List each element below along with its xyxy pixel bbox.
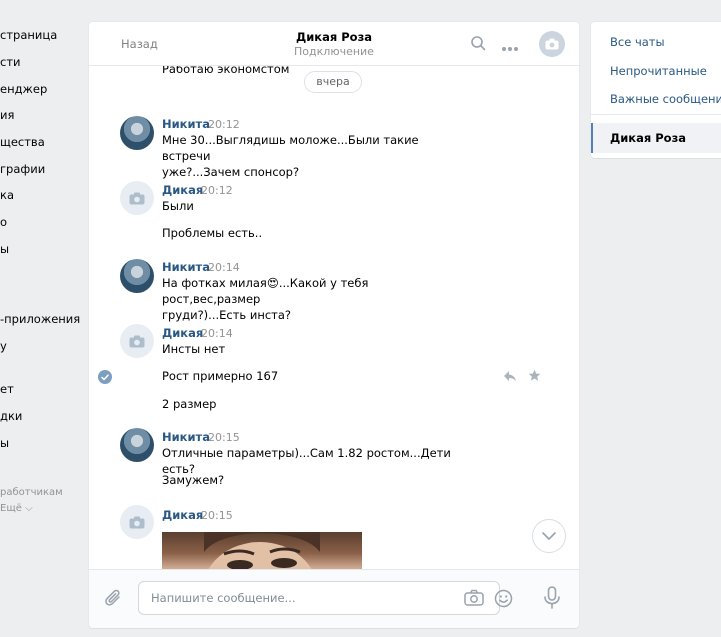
message-author[interactable]: Никита [162, 260, 210, 274]
camera-icon [129, 335, 145, 347]
smile-icon[interactable] [494, 589, 513, 611]
divider [591, 114, 721, 115]
message-text: Инсты нет [162, 342, 226, 356]
nav-item[interactable]: о [0, 215, 7, 229]
message-time: 20:12 [208, 118, 240, 131]
star-icon[interactable] [528, 369, 541, 385]
message-author[interactable]: Дикая [162, 326, 203, 340]
all-chats-link[interactable]: Все чаты [610, 35, 665, 49]
nav-item[interactable]: енджер [0, 82, 47, 96]
camera-icon [545, 38, 559, 50]
nav-item[interactable]: графии [0, 162, 45, 176]
avatar[interactable] [120, 324, 154, 358]
message-text: 2 размер [162, 397, 217, 411]
search-icon[interactable] [470, 35, 486, 54]
message-input[interactable]: Напишите сообщение... [138, 581, 513, 615]
nav-item[interactable]: -приложения [0, 312, 80, 326]
message-text: Работаю экономстом [162, 66, 290, 76]
message-time: 20:15 [208, 431, 240, 444]
message-author[interactable]: Дикая [162, 183, 203, 197]
paperclip-icon[interactable] [105, 588, 123, 611]
check-icon [101, 373, 109, 380]
nav-item[interactable]: ет [0, 382, 14, 396]
nav-item[interactable]: щества [0, 135, 45, 149]
message-composer: Напишите сообщение... [89, 569, 579, 628]
avatar[interactable] [120, 116, 154, 150]
chat-header: Назад Дикая Роза Подключение [89, 22, 579, 66]
camera-icon[interactable] [464, 589, 484, 609]
top-bar [0, 0, 721, 8]
nav-footer-link[interactable]: работчикам [0, 487, 63, 498]
active-chat-label: Дикая Роза [610, 131, 687, 145]
message-text: Рост примерно 167 [162, 369, 279, 383]
message-time: 20:14 [201, 327, 233, 340]
peer-avatar[interactable] [539, 31, 565, 57]
nav-item[interactable]: ы [0, 242, 9, 256]
nav-item[interactable]: дки [0, 409, 22, 423]
nav-item[interactable]: страница [0, 28, 57, 42]
message-time: 20:14 [208, 261, 240, 274]
avatar[interactable] [120, 428, 154, 462]
avatar[interactable] [120, 505, 154, 539]
camera-icon [129, 516, 145, 528]
nav-item[interactable]: сти [0, 55, 21, 69]
nav-item[interactable]: ия [0, 108, 14, 122]
nav-item[interactable]: у [0, 339, 7, 353]
select-message-checkbox[interactable] [98, 370, 112, 384]
avatar[interactable] [120, 259, 154, 293]
date-separator: вчера [304, 71, 362, 93]
chat-panel: Назад Дикая Роза Подключение Работаю эко… [89, 22, 579, 628]
scroll-down-button[interactable] [532, 519, 566, 553]
message-text: Проблемы есть.. [162, 226, 263, 240]
message-author[interactable]: Дикая [162, 508, 203, 522]
nav-item[interactable]: ка [0, 188, 14, 202]
nav-footer-more[interactable]: Ещё ⌵ [0, 503, 33, 514]
message-text: Замужем? [162, 473, 225, 487]
chevron-down-icon [542, 532, 556, 540]
message-author[interactable]: Никита [162, 430, 210, 444]
microphone-icon[interactable] [543, 586, 561, 613]
message-text: Были [162, 199, 194, 213]
message-time: 20:12 [201, 184, 233, 197]
message-author[interactable]: Никита [162, 117, 210, 131]
message-input-placeholder: Напишите сообщение... [151, 591, 296, 605]
active-chat-item[interactable]: Дикая Роза [591, 123, 721, 153]
important-messages-link[interactable]: Важные сообщения [610, 92, 721, 106]
message-text: Мне 30...Выглядишь моложе...Были такие в… [162, 133, 419, 179]
message-history: Работаю экономстом вчера Никита 20:12 Мн… [89, 66, 579, 569]
unread-link[interactable]: Непрочитанные [610, 64, 707, 78]
avatar[interactable] [120, 181, 154, 215]
more-icon[interactable] [501, 41, 519, 55]
camera-icon [129, 192, 145, 204]
photo-attachment[interactable] [162, 532, 362, 569]
chat-filter-panel: Все чаты Непрочитанные Важные сообщения … [591, 22, 721, 158]
message-text: На фотках милая😍...Какой у тебя рост,вес… [162, 276, 369, 322]
reply-icon[interactable] [503, 370, 517, 385]
message-time: 20:15 [201, 509, 233, 522]
nav-item[interactable]: ы [0, 436, 9, 450]
